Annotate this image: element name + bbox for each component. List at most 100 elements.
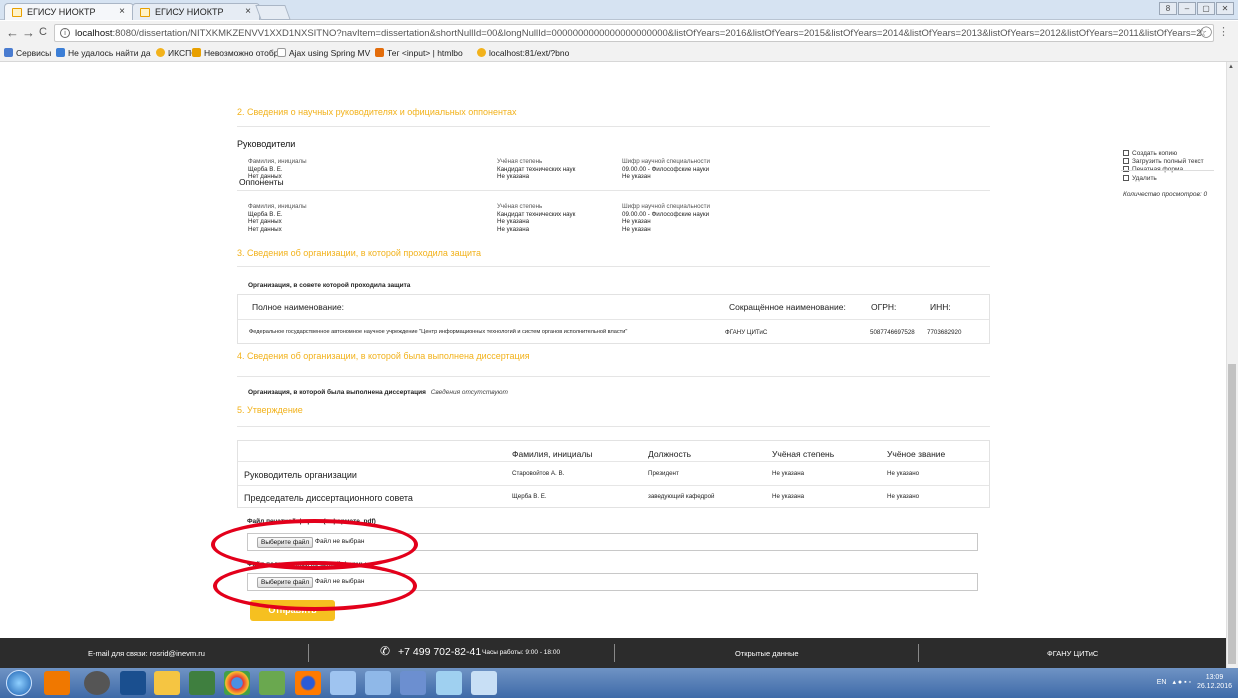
language-indicator[interactable]: EN bbox=[1157, 679, 1167, 686]
person-title: Не указано bbox=[887, 470, 920, 477]
bookmark-item[interactable]: Не удалось найти да bbox=[56, 48, 151, 58]
table-header: Сокращённое наименование: bbox=[729, 302, 846, 312]
page-icon bbox=[192, 48, 201, 57]
table-header: Фамилия, инициалы bbox=[512, 449, 593, 459]
close-window-button[interactable]: ✕ bbox=[1216, 2, 1234, 15]
firefox-icon[interactable] bbox=[295, 671, 321, 695]
section4-title: 4. Сведения об организации, в которой бы… bbox=[237, 351, 530, 361]
forward-arrow-icon[interactable]: → bbox=[22, 25, 35, 40]
virtualbox-icon[interactable] bbox=[120, 671, 146, 695]
bookmark-item[interactable]: Невозможно отобра bbox=[192, 48, 283, 58]
app-paint-icon[interactable] bbox=[365, 671, 391, 695]
org-dissertation-row: Организация, в которой была выполнена ди… bbox=[248, 389, 508, 397]
site-favicon-icon bbox=[140, 8, 150, 17]
url-host: localhost bbox=[75, 28, 113, 39]
page-icon bbox=[56, 48, 65, 57]
supervisors-degrees: Учёная степень Кандидат технических наук… bbox=[497, 158, 576, 181]
app-edit-icon[interactable] bbox=[436, 671, 462, 695]
opponents-names: Фамилия, инициалы Щерба В. Е. Нет данных… bbox=[248, 203, 307, 233]
new-tab-button[interactable] bbox=[255, 5, 291, 20]
url-path: :8080/dissertation/NITXKMKZENVV1XXD1NXSI… bbox=[112, 28, 1202, 39]
tab-title: ЕГИСУ НИОКТР bbox=[155, 7, 224, 17]
address-toolbar: ← → C i localhost:8080/dissertation/NITX… bbox=[0, 21, 1238, 45]
section3-title: 3. Сведения об организации, в которой пр… bbox=[237, 248, 482, 258]
page-icon bbox=[375, 48, 384, 57]
bookmark-item[interactable]: Ajax using Spring MV bbox=[277, 48, 370, 58]
clock-time: 13:09 bbox=[1205, 674, 1224, 681]
app-draw-icon[interactable] bbox=[471, 671, 497, 695]
bookmark-item[interactable]: localhost:81/ext/?bno bbox=[477, 48, 569, 58]
scrollbar-thumb[interactable] bbox=[1228, 364, 1236, 664]
table-header: Учёная степень bbox=[772, 449, 835, 459]
person-degree: Не указана bbox=[772, 470, 805, 477]
divider bbox=[237, 190, 990, 191]
section2-title: 2. Сведения о научных руководителях и оф… bbox=[237, 107, 517, 117]
app-blue-icon[interactable] bbox=[330, 671, 356, 695]
defense-org-table: Полное наименование: Сокращённое наимено… bbox=[237, 294, 990, 344]
maximize-button[interactable]: ▢ bbox=[1197, 2, 1215, 15]
divider bbox=[237, 266, 990, 267]
opponents-heading: Оппоненты bbox=[239, 177, 284, 187]
clock[interactable]: 13:09 26.12.2016 bbox=[1197, 673, 1232, 691]
side-actions-panel: Создать копию Загрузить полный текст Печ… bbox=[1123, 150, 1207, 199]
browser-tab-active[interactable]: ЕГИСУ НИОКТР × bbox=[4, 3, 134, 20]
page-icon bbox=[477, 48, 486, 57]
divider bbox=[237, 376, 990, 377]
app-screen-icon[interactable] bbox=[400, 671, 426, 695]
copy-icon bbox=[1123, 150, 1129, 156]
menu-icon[interactable]: ⋮ bbox=[1218, 25, 1229, 38]
extension-icon[interactable]: ◯ bbox=[1200, 25, 1212, 38]
scroll-up-icon[interactable]: ▲ bbox=[1228, 64, 1234, 70]
create-copy-link[interactable]: Создать копию bbox=[1123, 150, 1207, 158]
person-position: Президент bbox=[648, 470, 679, 477]
upload-icon bbox=[1123, 158, 1129, 165]
divider bbox=[1121, 170, 1214, 171]
close-tab-icon[interactable]: × bbox=[245, 6, 251, 17]
delete-link[interactable]: Удалить bbox=[1123, 174, 1207, 183]
person-position: заведующий кафедрой bbox=[648, 493, 715, 500]
info-icon[interactable]: i bbox=[60, 28, 70, 38]
start-orb-icon[interactable] bbox=[6, 670, 32, 696]
divider bbox=[237, 426, 990, 427]
bookmark-item[interactable]: Тег <input> | htmlbo bbox=[375, 48, 463, 58]
table-header: Учёное звание bbox=[887, 449, 946, 459]
table-header: Полное наименование: bbox=[252, 302, 344, 312]
footer-org-link[interactable]: ФГАНУ ЦИТиС bbox=[1047, 649, 1098, 658]
reload-icon[interactable]: C bbox=[39, 26, 47, 38]
open-data-link[interactable]: Открытые данные bbox=[735, 649, 799, 658]
table-header: ОГРН: bbox=[871, 302, 897, 312]
person-degree: Не указана bbox=[772, 493, 805, 500]
supervisors-heading: Руководители bbox=[237, 139, 296, 149]
browser-tab[interactable]: ЕГИСУ НИОКТР × bbox=[132, 3, 260, 20]
tray-icons[interactable]: ▴ ● ▪ ▫ bbox=[1172, 679, 1191, 686]
approval-table: Фамилия, инициалы Должность Учёная степе… bbox=[237, 440, 990, 508]
phone-icon: ✆ bbox=[380, 644, 391, 658]
table-row: Руководитель организации Старовойтов А. … bbox=[238, 461, 989, 485]
browser-tab-bar: ЕГИСУ НИОКТР × ЕГИСУ НИОКТР × 8 – ▢ ✕ bbox=[0, 0, 1238, 20]
ru-app-icon[interactable] bbox=[84, 671, 110, 695]
back-arrow-icon[interactable]: ← bbox=[6, 25, 19, 40]
org-dissertation-label: Организация, в которой была выполнена ди… bbox=[248, 389, 426, 396]
page-content bbox=[0, 62, 1226, 638]
user-icon[interactable]: 8 bbox=[1159, 2, 1177, 15]
address-bar[interactable]: i localhost:8080/dissertation/NITXKMKZEN… bbox=[54, 24, 1214, 42]
media-player-icon[interactable] bbox=[44, 671, 70, 695]
org-dissertation-value: Сведения отсутствуют bbox=[430, 389, 508, 396]
notes-icon[interactable] bbox=[189, 671, 215, 695]
footer-phone: +7 499 702-82-41 bbox=[398, 646, 482, 658]
chrome-icon[interactable] bbox=[224, 671, 250, 695]
upload-fulltext-link[interactable]: Загрузить полный текст bbox=[1123, 158, 1207, 166]
bookmarks-bar: Сервисы Не удалось найти да ИКСПО Невозм… bbox=[0, 45, 1238, 62]
org-defense-label: Организация, в совете которой проходила … bbox=[248, 282, 411, 289]
clock-date: 26.12.2016 bbox=[1196, 683, 1232, 690]
close-tab-icon[interactable]: × bbox=[119, 6, 125, 17]
minimize-button[interactable]: – bbox=[1178, 2, 1196, 15]
bookmark-apps[interactable]: Сервисы bbox=[4, 48, 51, 58]
editor-icon[interactable] bbox=[259, 671, 285, 695]
org-short-name: ФГАНУ ЦИТиС bbox=[725, 329, 768, 336]
file-manager-icon[interactable] bbox=[154, 671, 180, 695]
windows-taskbar: EN ▴ ● ▪ ▫ 13:09 26.12.2016 bbox=[0, 668, 1238, 698]
footer-hours: Часы работы: 9:00 - 18:00 bbox=[482, 649, 561, 656]
window-controls: 8 – ▢ ✕ bbox=[1159, 2, 1234, 16]
site-footer: E-mail для связи: rosrid@inevm.ru ✆ +7 4… bbox=[0, 638, 1226, 668]
